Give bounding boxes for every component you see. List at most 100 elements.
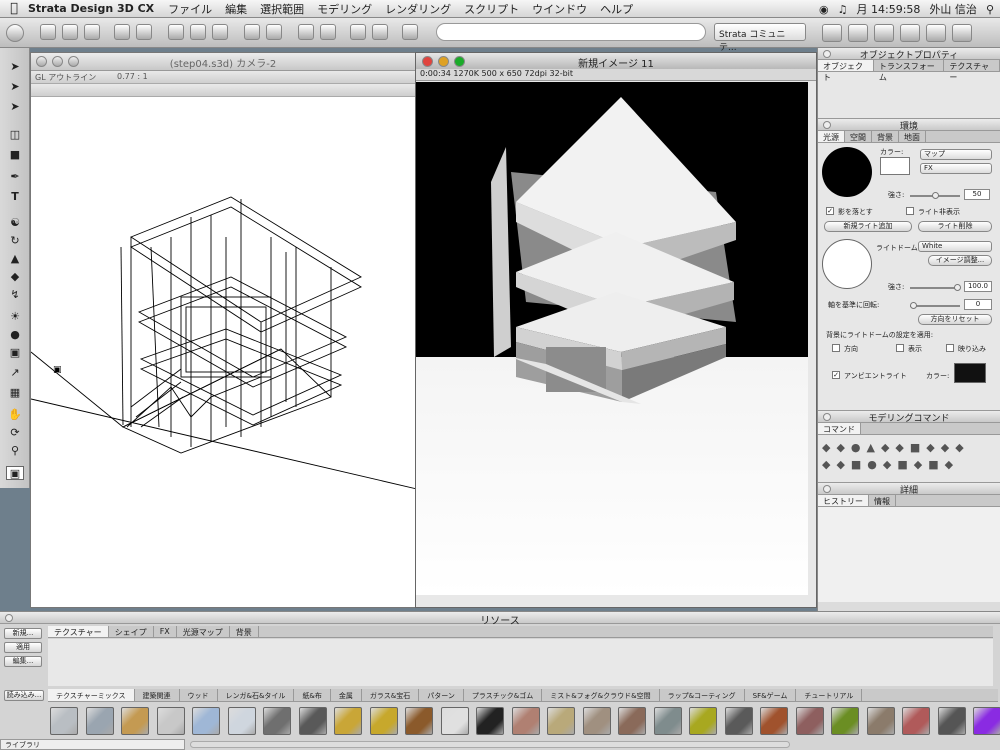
image-adjust-button[interactable]: イメージ調整... xyxy=(928,255,992,266)
tab-light[interactable]: 光源 xyxy=(818,131,845,142)
tab-texture[interactable]: テクスチャー xyxy=(944,60,1000,82)
light-direction-ball[interactable] xyxy=(822,147,872,197)
object-select-icon[interactable]: ➤ xyxy=(6,80,24,94)
texture-swatch[interactable] xyxy=(618,707,646,735)
toolbar-search-field[interactable] xyxy=(436,23,706,41)
texture-swatch[interactable] xyxy=(689,707,717,735)
close-icon[interactable] xyxy=(422,56,433,67)
app-logo-icon[interactable] xyxy=(6,24,24,42)
render-window-titlebar[interactable]: 新規イメージ 11 xyxy=(416,53,816,70)
texture-swatch[interactable] xyxy=(121,707,149,735)
library-category-tab[interactable]: 紙&布 xyxy=(294,689,331,701)
tab-history[interactable]: ヒストリー xyxy=(818,495,869,506)
path-tool-icon[interactable]: ↯ xyxy=(6,288,24,302)
grid-tool-icon[interactable]: ▦ xyxy=(6,386,24,400)
copy-icon[interactable] xyxy=(190,24,206,40)
tab-resource-shape[interactable]: シェイプ xyxy=(109,626,154,637)
intensity-field[interactable]: 50 xyxy=(964,189,990,200)
render-icon[interactable] xyxy=(822,24,842,42)
environment-header[interactable]: 環境 xyxy=(818,119,1000,132)
library-category-tab[interactable]: レンガ&石&タイル xyxy=(218,689,295,701)
library-category-tab[interactable]: ラップ&コーティング xyxy=(660,689,745,701)
cylinder-icon[interactable]: ◫ xyxy=(6,128,24,142)
tab-ground[interactable]: 地面 xyxy=(899,131,926,142)
view-mode-select[interactable]: GL アウトライン xyxy=(35,73,96,82)
mirror-icon[interactable]: ▲ xyxy=(6,252,24,266)
texture-swatch[interactable] xyxy=(582,707,611,735)
tab-object[interactable]: オブジェクト xyxy=(818,60,874,82)
redo-icon[interactable] xyxy=(266,24,282,40)
point-select-icon[interactable]: ➤ xyxy=(6,100,24,114)
object-properties-header[interactable]: オブジェクトプロパティ xyxy=(818,48,1000,61)
ambient-color-swatch[interactable] xyxy=(954,363,986,383)
texture-swatch[interactable] xyxy=(298,707,327,735)
resources-header[interactable]: リソース xyxy=(0,612,1000,627)
library-load-button[interactable]: 読み込み... xyxy=(4,690,44,701)
lightbulb-icon[interactable] xyxy=(900,24,920,42)
intensity-slider[interactable] xyxy=(910,192,960,199)
library-select[interactable]: ライブラリ xyxy=(0,739,185,750)
light-dome-ball[interactable] xyxy=(822,239,872,289)
add-light-button[interactable]: 新規ライト追加 xyxy=(824,221,912,232)
pen-icon[interactable]: ✒ xyxy=(6,170,24,184)
rotate-slider[interactable] xyxy=(910,302,960,309)
close-icon[interactable] xyxy=(36,56,47,67)
menu-window[interactable]: ウインドウ xyxy=(532,1,587,17)
tab-resource-texture[interactable]: テクスチャー xyxy=(48,626,109,637)
transform-icon[interactable] xyxy=(372,24,388,40)
tab-command[interactable]: コマンド xyxy=(818,423,861,434)
grid-icon[interactable] xyxy=(320,24,336,40)
text-tool-icon[interactable]: T xyxy=(6,190,24,204)
reset-direction-button[interactable]: 方向をリセット xyxy=(918,314,992,325)
wifi-icon[interactable]: ◉ xyxy=(819,3,829,16)
select-arrow-icon[interactable]: ➤ xyxy=(6,60,24,74)
hand-icon[interactable]: ✋ xyxy=(6,408,24,422)
texture-swatch[interactable] xyxy=(440,707,469,735)
details-header[interactable]: 詳細 xyxy=(818,483,1000,496)
volume-icon[interactable]: ♫ xyxy=(838,3,848,16)
texture-swatch[interactable] xyxy=(902,707,930,735)
library-category-tab[interactable]: テクスチャーミックス xyxy=(48,689,135,701)
camera-marker-icon[interactable]: ▣ xyxy=(53,365,62,375)
texture-swatch[interactable] xyxy=(476,707,504,735)
photoshop-icon[interactable] xyxy=(114,24,130,40)
library-category-tab[interactable]: ミスト&フォグ&クラウド&空間 xyxy=(542,689,660,701)
texture-swatch[interactable] xyxy=(831,707,859,735)
texture-swatch[interactable] xyxy=(50,707,78,735)
modeling-commands-header[interactable]: モデリングコマンド xyxy=(818,411,1000,424)
resource-new-button[interactable]: 新規... xyxy=(4,628,42,639)
library-category-tab[interactable]: ガラス&宝石 xyxy=(362,689,420,701)
texture-swatch[interactable] xyxy=(192,707,220,735)
new-file-icon[interactable] xyxy=(40,24,56,40)
texture-swatch[interactable] xyxy=(760,707,788,735)
display-checkbox[interactable] xyxy=(896,344,904,352)
menu-modeling[interactable]: モデリング xyxy=(317,1,372,17)
tab-resource-fx[interactable]: FX xyxy=(154,626,177,637)
cube-icon[interactable]: ■ xyxy=(6,148,24,162)
library-category-tab[interactable]: プラスチック&ゴム xyxy=(464,689,543,701)
apple-menu-icon[interactable]:  xyxy=(0,1,28,16)
library-category-tab[interactable]: 金属 xyxy=(331,689,362,701)
extrude-icon[interactable]: ◆ xyxy=(6,270,24,284)
modeling-command-icons[interactable]: ◆◆●▲◆◆■◆◆◆ ◆◆■●◆■◆■◆ xyxy=(818,435,1000,483)
minimize-icon[interactable] xyxy=(52,56,63,67)
app-menu[interactable]: Strata Design 3D CX xyxy=(28,2,154,15)
texture-swatch[interactable] xyxy=(156,707,185,735)
frame-icon[interactable] xyxy=(298,24,314,40)
tab-resource-background[interactable]: 背景 xyxy=(230,626,259,637)
paste-icon[interactable] xyxy=(212,24,228,40)
menu-file[interactable]: ファイル xyxy=(168,1,212,17)
texture-swatch[interactable] xyxy=(937,707,966,735)
tab-info[interactable]: 情報 xyxy=(869,495,896,506)
dome-intensity-slider[interactable] xyxy=(910,284,961,291)
library-category-tab[interactable]: ウッド xyxy=(180,689,218,701)
snap-icon[interactable] xyxy=(350,24,366,40)
tab-transform[interactable]: トランスフォーム xyxy=(874,60,945,82)
texture-swatch[interactable] xyxy=(85,707,114,735)
spotlight-tool-icon[interactable]: ● xyxy=(6,328,24,342)
texture-swatch[interactable] xyxy=(547,707,575,735)
tab-background[interactable]: 背景 xyxy=(872,131,899,142)
resource-apply-button[interactable]: 適用 xyxy=(4,642,42,653)
texture-swatch[interactable] xyxy=(973,707,1000,735)
library-category-tab[interactable]: チュートリアル xyxy=(796,689,863,701)
